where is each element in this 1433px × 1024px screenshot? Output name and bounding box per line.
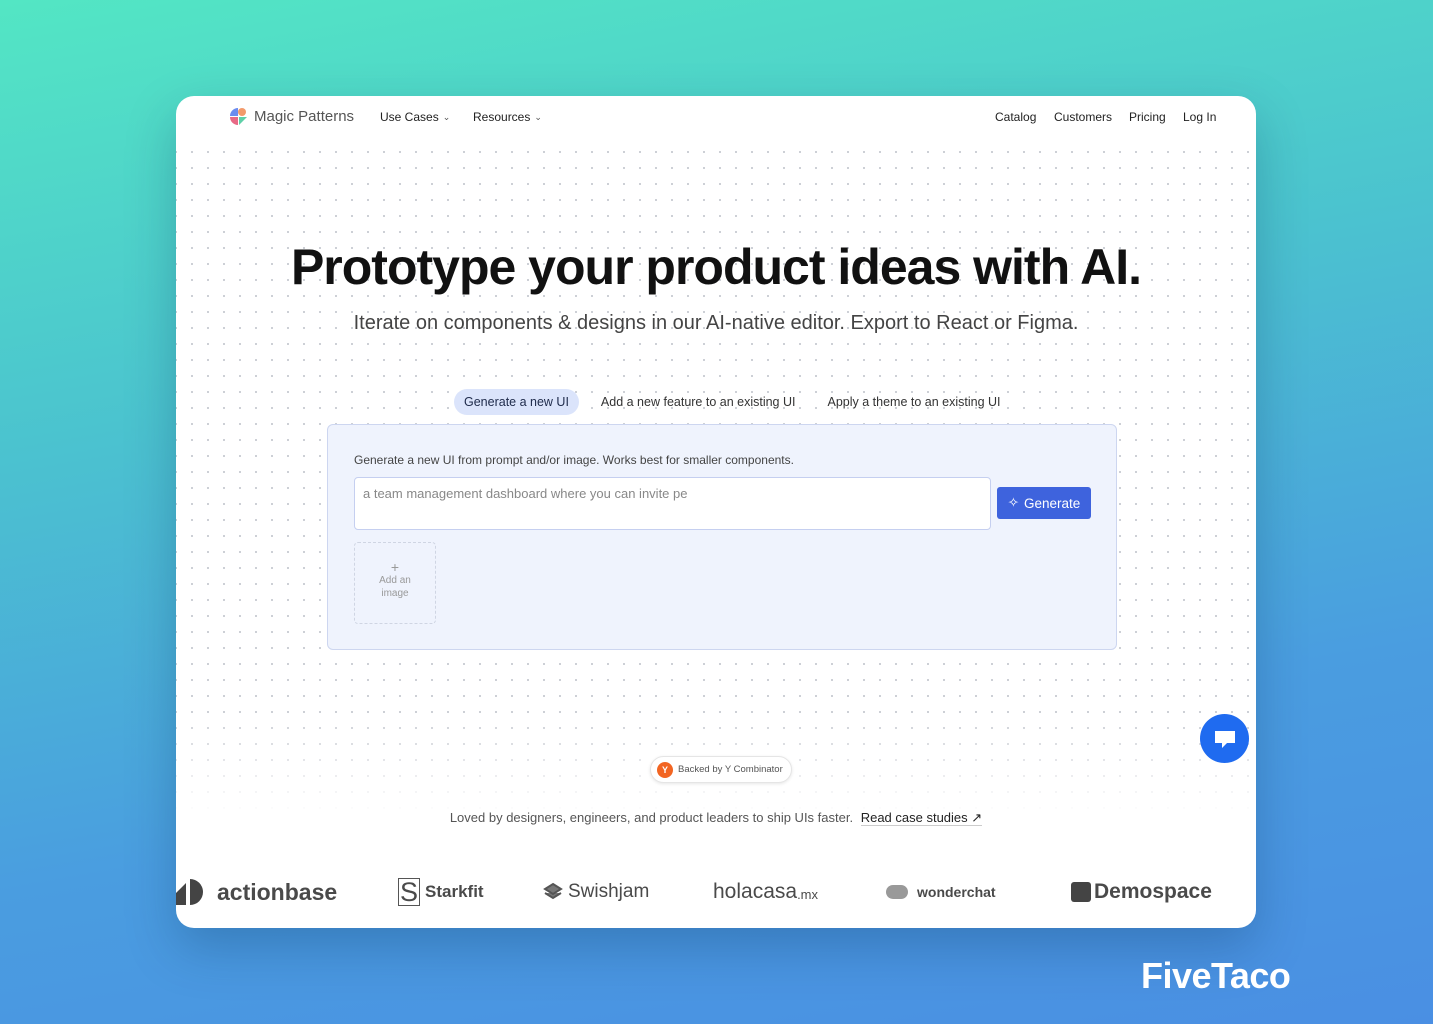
generate-button[interactable]: ✧ Generate (997, 487, 1091, 519)
brand-logo[interactable]: Magic Patterns (228, 106, 354, 126)
nav-resources[interactable]: Resources ⌄ (473, 110, 542, 124)
nav-use-cases[interactable]: Use Cases ⌄ (380, 110, 450, 124)
logo-actionbase: actionbase (176, 872, 337, 912)
nav-label: Resources (473, 110, 531, 124)
hero-subtitle: Iterate on components & designs in our A… (353, 312, 1079, 334)
hero-title: Prototype your product ideas with AI. (290, 239, 1142, 295)
nav-customers[interactable]: Customers (1054, 110, 1112, 124)
magic-patterns-logo-icon (230, 108, 247, 125)
tab-add-feature[interactable]: Add a new feature to an existing UI (591, 389, 806, 415)
logo-demospace: Demospace (1071, 872, 1212, 912)
generate-label: Generate (1024, 495, 1081, 511)
logo-wonderchat: wonderchat (886, 872, 996, 912)
customer-logos: actionbase S Starkfit Swishjam holacasa .m… (176, 872, 1256, 912)
yc-badge[interactable]: Y Backed by Y Combinator (650, 756, 792, 783)
starkfit-logo-icon: S (398, 877, 421, 907)
chat-widget-button[interactable] (1200, 714, 1249, 763)
chevron-down-icon: ⌄ (442, 111, 451, 122)
brand-name: Magic Patterns (254, 107, 355, 125)
panel-description: Generate a new UI from prompt and/or ima… (354, 453, 794, 467)
logo-swishjam: Swishjam (543, 872, 649, 912)
demospace-logo-icon (1071, 882, 1091, 902)
read-case-studies-link[interactable]: Read case studies ↗ (860, 810, 983, 826)
social-text: Loved by designers, engineers, and produ… (449, 810, 854, 825)
logo-holacasa: holacasa .mx (713, 880, 819, 903)
logo-starkfit: S Starkfit (398, 877, 484, 907)
nav-label: Use Cases (380, 110, 439, 124)
top-nav: Magic Patterns Use Cases ⌄ Resources ⌄ Cat… (176, 96, 1256, 140)
prompt-input[interactable]: a team management dashboard where you ca… (354, 477, 991, 530)
nav-pricing[interactable]: Pricing (1129, 110, 1166, 124)
chevron-down-icon: ⌄ (534, 111, 542, 122)
social-proof: Loved by designers, engineers, and produ… (176, 810, 1256, 826)
nav-catalog[interactable]: Catalog (995, 110, 1036, 124)
add-image-label: Add an image (379, 575, 411, 599)
actionbase-logo-icon (176, 879, 203, 905)
browser-page: Magic Patterns Use Cases ⌄ Resources ⌄ Cat… (176, 96, 1256, 928)
swishjam-logo-icon (543, 882, 563, 900)
yc-logo-icon: Y (657, 761, 673, 778)
generate-panel: Generate a new UI from prompt and/or ima… (327, 424, 1117, 650)
add-image-button[interactable]: + Add an image (354, 542, 436, 624)
sparkle-icon: ✧ (1007, 495, 1019, 510)
fivetaco-watermark: FiveTaco (1141, 955, 1291, 996)
plus-icon: + (390, 559, 400, 575)
chat-icon (1214, 730, 1235, 748)
tab-apply-theme[interactable]: Apply a theme to an existing UI (817, 389, 1010, 415)
wonderchat-logo-icon (886, 885, 908, 899)
nav-login[interactable]: Log In (1183, 110, 1216, 124)
tab-generate-new-ui[interactable]: Generate a new UI (454, 389, 579, 415)
mode-tabs: Generate a new UI Add a new feature to a… (454, 389, 1011, 415)
yc-label: Backed by Y Combinator (678, 764, 783, 775)
